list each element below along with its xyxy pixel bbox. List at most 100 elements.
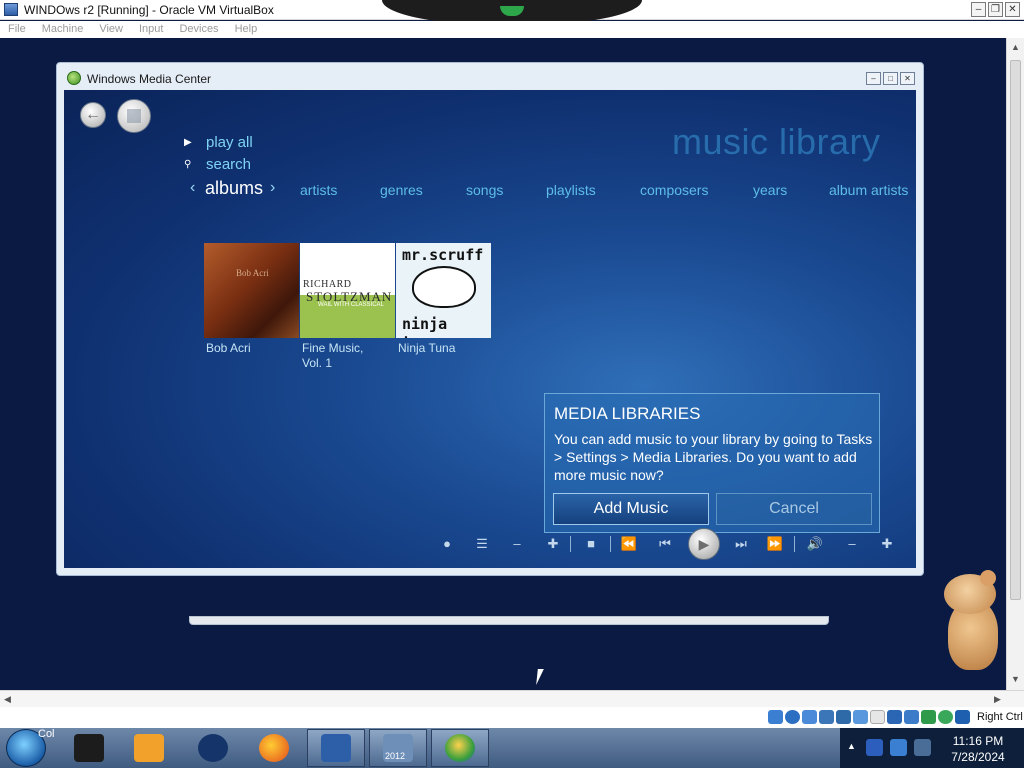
taskbar-label: Col [38,728,55,740]
taskbar-app-globe[interactable] [184,729,242,767]
media-center-logo-icon [67,71,81,85]
optical-drive-icon[interactable] [785,710,800,724]
close-button[interactable]: ✕ [1005,2,1020,17]
maximize-button[interactable]: □ [883,72,898,85]
search-command[interactable]: ⚲ search [184,154,251,174]
chevron-left-icon[interactable]: ‹ [190,179,195,197]
menu-machine[interactable]: Machine [42,21,84,38]
channel-up-icon[interactable]: ✚ [544,536,562,552]
back-arrow-icon: ← [85,106,101,123]
host-key-label: Right Ctrl [977,711,1023,723]
display-icon[interactable] [870,710,885,724]
album-title-line: Fine Music, [302,341,364,355]
menu-file[interactable]: File [8,21,26,38]
tab-albums[interactable]: albums [205,178,263,199]
audio-icon[interactable] [802,710,817,724]
scroll-up-icon[interactable]: ▲ [1011,42,1020,52]
clock-time[interactable]: 11:16 PM [943,734,1013,748]
tab-years[interactable]: years [753,182,787,198]
network-icon[interactable] [819,710,834,724]
virtualbox-menubar: File Machine View Input Devices Help [0,21,1024,38]
guide-icon[interactable]: ☰ [473,536,491,552]
scroll-right-icon[interactable]: ▶ [994,694,1001,705]
album-tile[interactable]: mr.scruff ninja tuna Ninja Tuna [396,243,492,356]
search-icon: ⚲ [184,158,192,170]
volume-down-icon[interactable]: – [843,536,861,551]
next-icon[interactable]: ⏭ [732,536,750,552]
play-all-label: play all [206,133,253,151]
volume-up-icon[interactable]: ✚ [878,536,896,552]
menu-input[interactable]: Input [139,21,163,38]
video-capture-icon[interactable] [887,710,902,724]
play-button[interactable]: ▶ [688,528,720,560]
tab-composers[interactable]: composers [640,182,708,198]
guest-horizontal-scrollbar[interactable]: ◀ ▶ [0,690,1024,707]
network-activity-icon[interactable] [938,710,953,724]
usb-icon[interactable] [836,710,851,724]
tray-app-icon[interactable] [866,739,883,756]
add-music-button[interactable]: Add Music [553,493,709,525]
fast-forward-icon[interactable]: ⏩ [766,536,784,552]
album-title-line: Vol. 1 [302,356,333,370]
menu-devices[interactable]: Devices [179,21,218,38]
play-icon: ▶ [184,136,192,148]
menu-view[interactable]: View [99,21,123,38]
taskbar-app-firefox[interactable] [245,729,303,767]
shared-folders-icon[interactable] [853,710,868,724]
minimize-button[interactable]: – [971,2,986,17]
taskbar-app-server-2012[interactable]: 2012 [369,729,427,767]
show-hidden-icons-icon[interactable]: ▲ [847,741,856,751]
minimize-button[interactable]: – [866,72,881,85]
scroll-down-icon[interactable]: ▼ [1011,674,1020,684]
start-button[interactable] [117,99,151,133]
stop-icon[interactable]: ■ [582,536,600,551]
previous-icon[interactable]: ⏮ [656,536,674,552]
guest-vertical-scrollbar[interactable]: ▲ ▼ [1006,38,1024,690]
play-all-command[interactable]: ▶ play all [184,132,253,152]
album-cover: Bob Acri [204,243,299,338]
server-2012-icon: 2012 [383,734,413,762]
mute-icon[interactable]: 🔊 [806,536,824,552]
close-button[interactable]: ✕ [900,72,915,85]
tab-artists[interactable]: artists [300,182,337,198]
keyboard-capture-icon[interactable] [955,710,970,724]
cancel-button[interactable]: Cancel [716,493,872,525]
record-icon[interactable]: ● [438,536,456,551]
virtualization-icon[interactable] [904,710,919,724]
album-tile[interactable]: Bob Acri Bob Acri [204,243,300,356]
tab-playlists[interactable]: playlists [546,182,596,198]
album-title: Ninja Tuna [398,341,456,355]
album-cover-text: Bob Acri [236,268,269,278]
channel-down-icon[interactable]: – [508,536,526,551]
mouse-cursor-icon [536,669,550,685]
album-title: Bob Acri [206,341,251,355]
taskbar-app-media-player[interactable] [120,729,178,767]
back-button[interactable]: ← [80,102,106,128]
play-icon: ▶ [698,536,710,552]
scrollbar-thumb[interactable] [1010,60,1021,600]
restore-button[interactable]: ❐ [988,2,1003,17]
dialog-title: MEDIA LIBRARIES [554,404,701,423]
terminal-icon [74,734,104,762]
chevron-right-icon[interactable]: › [270,179,275,197]
tab-songs[interactable]: songs [466,182,503,198]
mouse-integration-icon[interactable] [921,710,936,724]
media-center-bottom-edge [189,616,829,625]
album-tile[interactable]: RICHARD STOLTZMAN WAIL WITH CLASSICAL Fi… [300,243,396,371]
separator [794,536,795,552]
taskbar-app-terminal[interactable] [60,729,118,767]
hard-disk-icon[interactable] [768,710,783,724]
scroll-left-icon[interactable]: ◀ [4,694,11,705]
menu-help[interactable]: Help [235,21,258,38]
virtualbox-app-icon [4,3,18,16]
taskbar-app-windows-vm[interactable] [431,729,489,767]
tray-virtualbox-icon[interactable] [914,739,931,756]
tab-genres[interactable]: genres [380,182,423,198]
media-libraries-dialog: MEDIA LIBRARIES You can add music to you… [544,393,880,533]
hamster-image [940,570,1006,690]
rewind-icon[interactable]: ⏪ [620,536,638,552]
tray-network-icon[interactable] [890,739,907,756]
tab-album-artists[interactable]: album artists [829,182,908,198]
clock-date[interactable]: 7/28/2024 [943,750,1013,764]
taskbar-app-virtualbox[interactable] [307,729,365,767]
